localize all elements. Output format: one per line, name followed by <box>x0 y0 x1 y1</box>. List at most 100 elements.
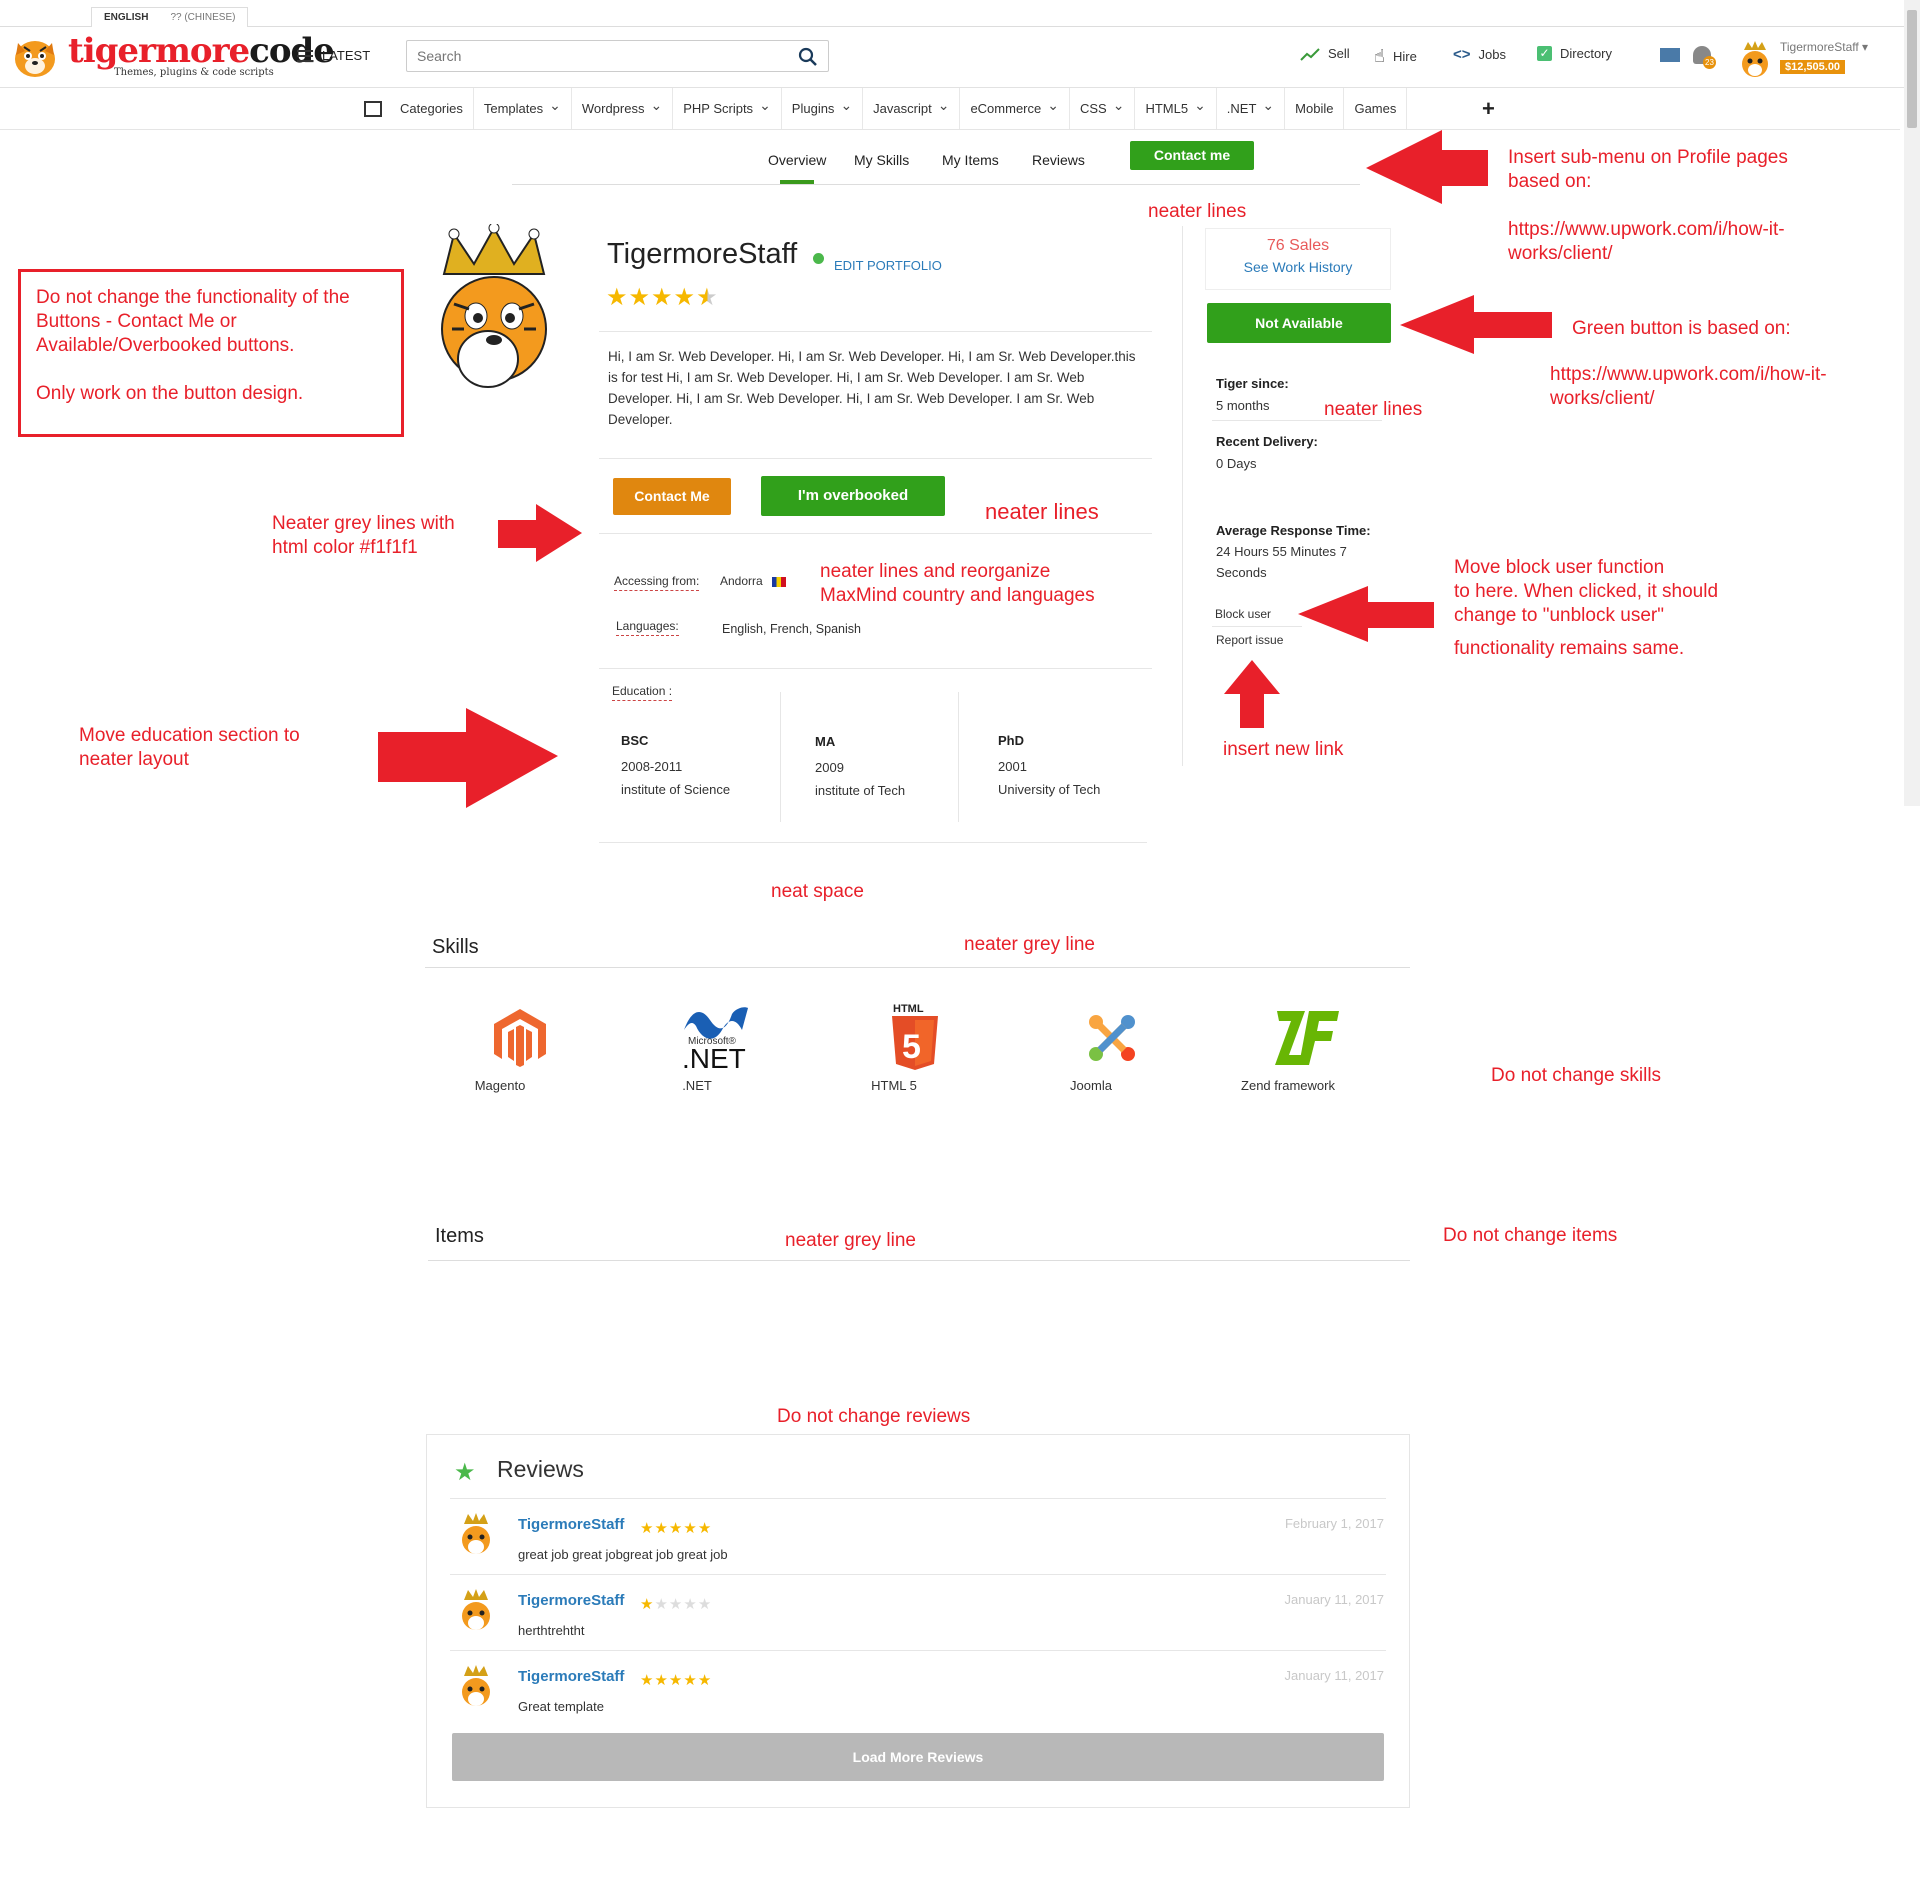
category-item[interactable]: .NET ⌄ <box>1217 88 1286 129</box>
review-star-icon: ★ <box>654 1672 669 1689</box>
nav-sell-label: Sell <box>1328 46 1350 61</box>
user-avatar <box>1742 41 1768 77</box>
review-text: Great template <box>518 1699 604 1714</box>
search-box <box>406 40 829 72</box>
site-logo[interactable]: tigermorecode Themes, plugins & code scr… <box>10 31 335 81</box>
scrollbar-thumb[interactable] <box>1907 10 1917 128</box>
reviewer-name[interactable]: TigermoreStaff <box>518 1516 624 1533</box>
latest-label: LATEST <box>322 48 371 63</box>
code-icon: <> <box>1453 46 1471 63</box>
languages-value: English, French, Spanish <box>722 622 861 636</box>
annotation-submenu: Insert sub-menu on Profile pages based o… <box>1508 147 1788 264</box>
rating-star-icon: ★ <box>696 284 719 311</box>
review-date: January 11, 2017 <box>1284 1668 1385 1683</box>
zend-framework-logo-icon <box>1275 1011 1339 1065</box>
language-tabs: ENGLISH ?? (CHINESE) <box>91 7 249 27</box>
nav-directory[interactable]: ✓ Directory <box>1537 46 1612 61</box>
review-star-icon: ★ <box>668 1672 684 1689</box>
annotation-neater-lines-2: neater lines <box>1324 399 1423 420</box>
category-label: HTML5 <box>1145 101 1189 116</box>
category-item[interactable]: Categories <box>390 88 474 129</box>
category-item[interactable]: Javascript ⌄ <box>863 88 961 129</box>
nav-hire[interactable]: ☝ Hire <box>1374 46 1417 67</box>
category-item[interactable]: Wordpress ⌄ <box>572 88 674 129</box>
lang-english[interactable]: ENGLISH <box>104 12 148 23</box>
nav-jobs-label: Jobs <box>1478 47 1506 62</box>
review-date: January 11, 2017 <box>1284 1592 1385 1607</box>
user-menu[interactable]: TigermoreStaff ▾ $12,505.00 <box>1738 38 1898 86</box>
contact-me-button[interactable]: Contact Me <box>613 478 731 515</box>
review-star-icon: ★ <box>683 1520 698 1537</box>
skill-label: Magento <box>474 1078 526 1093</box>
reviewer-name[interactable]: TigermoreStaff <box>518 1592 624 1609</box>
category-item[interactable]: eCommerce ⌄ <box>960 88 1070 129</box>
magento-logo-icon <box>494 1009 546 1067</box>
svg-text:HTML: HTML <box>893 1003 924 1015</box>
mail-icon[interactable] <box>1660 48 1680 62</box>
category-label: Mobile <box>1295 101 1334 116</box>
annotation-neat-space: neat space <box>771 881 864 902</box>
edit-portfolio-link[interactable]: EDIT PORTFOLIO <box>834 258 942 273</box>
search-icon[interactable] <box>798 47 818 67</box>
annotation-neater-lines-3: neater lines <box>985 499 1099 524</box>
review-star-icon: ★ <box>668 1520 684 1537</box>
review-star-icon: ★ <box>640 1520 655 1537</box>
category-item[interactable]: Games <box>1344 88 1408 129</box>
plus-icon[interactable]: + <box>1482 96 1495 122</box>
category-item[interactable]: Mobile <box>1285 88 1345 129</box>
contact-me-tab-button[interactable]: Contact me <box>1130 141 1254 170</box>
online-status-dot <box>813 253 824 264</box>
education-label: Education : <box>612 684 673 701</box>
annotation-neater-lines-1: neater lines <box>1148 201 1247 222</box>
rating-star-icon: ★ <box>606 284 629 311</box>
category-item[interactable]: HTML5 ⌄ <box>1135 88 1217 129</box>
skills-title: Skills <box>432 936 479 958</box>
annotation-block-user: Move block user function to here. When c… <box>1454 557 1719 659</box>
review-divider <box>450 1574 1386 1575</box>
category-label: PHP Scripts <box>683 101 754 116</box>
overbooked-button[interactable]: I'm overbooked <box>761 476 945 516</box>
review-rating: ★★★★★ <box>640 1519 712 1538</box>
skill-label: HTML 5 <box>871 1078 917 1093</box>
latest-menu-button[interactable]: LATEST <box>297 48 370 63</box>
review-star-icon: ★ <box>640 1672 655 1689</box>
category-item[interactable]: PHP Scripts ⌄ <box>673 88 782 129</box>
review-divider <box>450 1650 1386 1651</box>
nav-sell[interactable]: Sell <box>1300 46 1350 61</box>
review-star-icon: ★ <box>654 1596 669 1613</box>
tab-my-skills[interactable]: My Skills <box>854 152 909 168</box>
load-more-reviews-button[interactable]: Load More Reviews <box>452 1733 1384 1781</box>
category-item[interactable]: Plugins ⌄ <box>782 88 864 129</box>
category-label: eCommerce <box>970 101 1042 116</box>
languages-label: Languages: <box>616 619 679 636</box>
sales-count: 76 Sales <box>1266 237 1330 254</box>
reviewer-avatar <box>462 1665 490 1706</box>
profile-rating: ★★★★★ <box>606 283 719 312</box>
review-text: great job great jobgreat job great job <box>518 1547 728 1562</box>
svg-text:.NET: .NET <box>682 1043 746 1070</box>
arrow-grey-lines <box>498 504 582 562</box>
search-input[interactable] <box>407 41 797 71</box>
work-history-link[interactable]: See Work History <box>1206 259 1390 275</box>
reviewer-name[interactable]: TigermoreStaff <box>518 1668 624 1685</box>
tab-my-items[interactable]: My Items <box>942 152 999 168</box>
not-available-button[interactable]: Not Available <box>1207 303 1391 343</box>
review-star-icon: ★ <box>683 1672 698 1689</box>
profile-bio: Hi, I am Sr. Web Developer. Hi, I am Sr.… <box>608 349 1136 427</box>
lang-chinese[interactable]: ?? (CHINESE) <box>170 12 235 23</box>
category-item[interactable]: Templates ⌄ <box>474 88 572 129</box>
tab-overview[interactable]: Overview <box>768 152 826 184</box>
education-item-2: MA 2009 institute of Tech <box>815 734 906 798</box>
category-item[interactable]: CSS ⌄ <box>1070 88 1136 129</box>
skill-label: .NET <box>682 1078 712 1093</box>
nav-jobs[interactable]: <> Jobs <box>1453 46 1506 63</box>
block-user-link[interactable]: Block user <box>1215 607 1271 621</box>
logo-tagline: Themes, plugins & code scripts <box>114 67 274 78</box>
report-issue-link[interactable]: Report issue <box>1216 633 1283 647</box>
accessing-value: Andorra <box>720 574 787 588</box>
skill-label: Joomla <box>1070 1078 1112 1093</box>
logo-word-1: tigermore <box>68 31 250 71</box>
star-icon: ★ <box>454 1459 476 1486</box>
annotation-maxmind: neater lines and reorganize MaxMind coun… <box>820 561 1095 606</box>
tab-reviews[interactable]: Reviews <box>1032 152 1085 168</box>
